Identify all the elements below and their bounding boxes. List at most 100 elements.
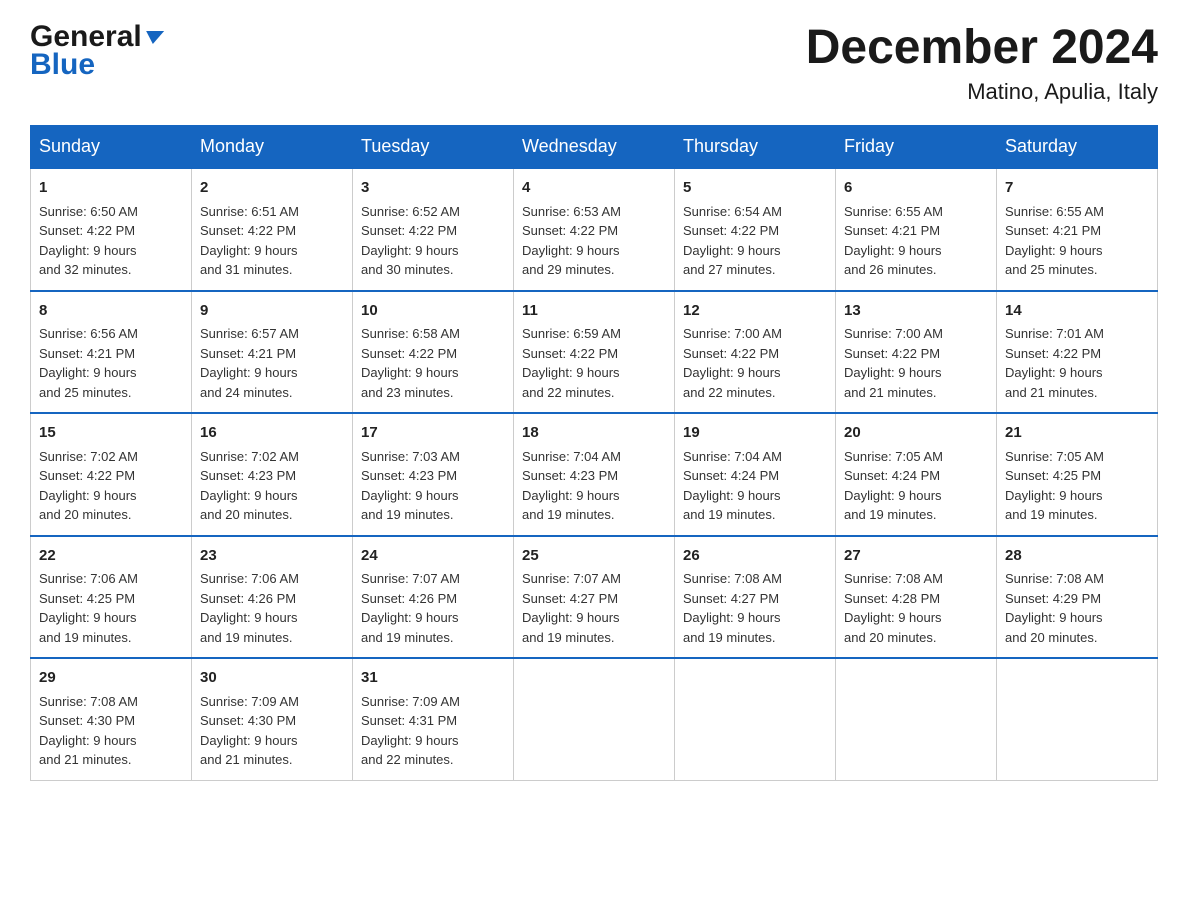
day-number: 2 xyxy=(200,177,344,200)
day-number: 5 xyxy=(683,177,827,200)
calendar-day-27: 27Sunrise: 7:08 AMSunset: 4:28 PMDayligh… xyxy=(836,536,997,659)
day-number: 13 xyxy=(844,300,988,323)
day-info: Sunrise: 6:52 AMSunset: 4:22 PMDaylight:… xyxy=(361,202,505,280)
day-number: 3 xyxy=(361,177,505,200)
page-header: General Blue December 2024 Matino, Apuli… xyxy=(30,20,1158,105)
day-info: Sunrise: 7:04 AMSunset: 4:23 PMDaylight:… xyxy=(522,447,666,525)
header-wednesday: Wednesday xyxy=(514,126,675,169)
day-number: 25 xyxy=(522,545,666,568)
logo-arrow-icon xyxy=(144,31,164,44)
calendar-day-6: 6Sunrise: 6:55 AMSunset: 4:21 PMDaylight… xyxy=(836,168,997,291)
calendar-day-30: 30Sunrise: 7:09 AMSunset: 4:30 PMDayligh… xyxy=(192,658,353,780)
day-info: Sunrise: 7:06 AMSunset: 4:26 PMDaylight:… xyxy=(200,569,344,647)
header-saturday: Saturday xyxy=(997,126,1158,169)
calendar-day-29: 29Sunrise: 7:08 AMSunset: 4:30 PMDayligh… xyxy=(31,658,192,780)
month-title: December 2024 xyxy=(806,20,1158,75)
calendar-day-5: 5Sunrise: 6:54 AMSunset: 4:22 PMDaylight… xyxy=(675,168,836,291)
day-info: Sunrise: 6:56 AMSunset: 4:21 PMDaylight:… xyxy=(39,324,183,402)
header-sunday: Sunday xyxy=(31,126,192,169)
day-info: Sunrise: 7:05 AMSunset: 4:24 PMDaylight:… xyxy=(844,447,988,525)
calendar-day-19: 19Sunrise: 7:04 AMSunset: 4:24 PMDayligh… xyxy=(675,413,836,536)
calendar-day-20: 20Sunrise: 7:05 AMSunset: 4:24 PMDayligh… xyxy=(836,413,997,536)
header-monday: Monday xyxy=(192,126,353,169)
calendar-day-24: 24Sunrise: 7:07 AMSunset: 4:26 PMDayligh… xyxy=(353,536,514,659)
calendar-day-22: 22Sunrise: 7:06 AMSunset: 4:25 PMDayligh… xyxy=(31,536,192,659)
calendar-day-31: 31Sunrise: 7:09 AMSunset: 4:31 PMDayligh… xyxy=(353,658,514,780)
calendar-day-12: 12Sunrise: 7:00 AMSunset: 4:22 PMDayligh… xyxy=(675,291,836,414)
calendar-day-3: 3Sunrise: 6:52 AMSunset: 4:22 PMDaylight… xyxy=(353,168,514,291)
day-info: Sunrise: 7:07 AMSunset: 4:26 PMDaylight:… xyxy=(361,569,505,647)
header-friday: Friday xyxy=(836,126,997,169)
day-info: Sunrise: 7:09 AMSunset: 4:31 PMDaylight:… xyxy=(361,692,505,770)
day-info: Sunrise: 6:59 AMSunset: 4:22 PMDaylight:… xyxy=(522,324,666,402)
day-number: 14 xyxy=(1005,300,1149,323)
day-number: 12 xyxy=(683,300,827,323)
day-info: Sunrise: 6:54 AMSunset: 4:22 PMDaylight:… xyxy=(683,202,827,280)
day-number: 4 xyxy=(522,177,666,200)
day-number: 11 xyxy=(522,300,666,323)
calendar-day-15: 15Sunrise: 7:02 AMSunset: 4:22 PMDayligh… xyxy=(31,413,192,536)
day-number: 20 xyxy=(844,422,988,445)
day-info: Sunrise: 7:08 AMSunset: 4:27 PMDaylight:… xyxy=(683,569,827,647)
day-number: 10 xyxy=(361,300,505,323)
day-number: 6 xyxy=(844,177,988,200)
calendar-day-14: 14Sunrise: 7:01 AMSunset: 4:22 PMDayligh… xyxy=(997,291,1158,414)
calendar-week-4: 22Sunrise: 7:06 AMSunset: 4:25 PMDayligh… xyxy=(31,536,1158,659)
day-info: Sunrise: 6:58 AMSunset: 4:22 PMDaylight:… xyxy=(361,324,505,402)
day-info: Sunrise: 7:00 AMSunset: 4:22 PMDaylight:… xyxy=(844,324,988,402)
calendar-week-5: 29Sunrise: 7:08 AMSunset: 4:30 PMDayligh… xyxy=(31,658,1158,780)
day-number: 7 xyxy=(1005,177,1149,200)
day-info: Sunrise: 7:09 AMSunset: 4:30 PMDaylight:… xyxy=(200,692,344,770)
calendar-table: SundayMondayTuesdayWednesdayThursdayFrid… xyxy=(30,125,1158,781)
day-info: Sunrise: 6:55 AMSunset: 4:21 PMDaylight:… xyxy=(844,202,988,280)
calendar-day-10: 10Sunrise: 6:58 AMSunset: 4:22 PMDayligh… xyxy=(353,291,514,414)
day-info: Sunrise: 7:02 AMSunset: 4:23 PMDaylight:… xyxy=(200,447,344,525)
calendar-day-13: 13Sunrise: 7:00 AMSunset: 4:22 PMDayligh… xyxy=(836,291,997,414)
day-number: 15 xyxy=(39,422,183,445)
logo: General Blue xyxy=(30,20,163,82)
calendar-day-21: 21Sunrise: 7:05 AMSunset: 4:25 PMDayligh… xyxy=(997,413,1158,536)
title-section: December 2024 Matino, Apulia, Italy xyxy=(806,20,1158,105)
day-number: 22 xyxy=(39,545,183,568)
day-info: Sunrise: 6:50 AMSunset: 4:22 PMDaylight:… xyxy=(39,202,183,280)
day-info: Sunrise: 6:53 AMSunset: 4:22 PMDaylight:… xyxy=(522,202,666,280)
day-info: Sunrise: 7:08 AMSunset: 4:30 PMDaylight:… xyxy=(39,692,183,770)
day-number: 21 xyxy=(1005,422,1149,445)
calendar-day-4: 4Sunrise: 6:53 AMSunset: 4:22 PMDaylight… xyxy=(514,168,675,291)
calendar-week-2: 8Sunrise: 6:56 AMSunset: 4:21 PMDaylight… xyxy=(31,291,1158,414)
day-info: Sunrise: 7:08 AMSunset: 4:28 PMDaylight:… xyxy=(844,569,988,647)
day-number: 17 xyxy=(361,422,505,445)
header-thursday: Thursday xyxy=(675,126,836,169)
calendar-day-9: 9Sunrise: 6:57 AMSunset: 4:21 PMDaylight… xyxy=(192,291,353,414)
day-info: Sunrise: 7:06 AMSunset: 4:25 PMDaylight:… xyxy=(39,569,183,647)
day-info: Sunrise: 7:03 AMSunset: 4:23 PMDaylight:… xyxy=(361,447,505,525)
day-info: Sunrise: 7:04 AMSunset: 4:24 PMDaylight:… xyxy=(683,447,827,525)
day-info: Sunrise: 7:07 AMSunset: 4:27 PMDaylight:… xyxy=(522,569,666,647)
calendar-day-28: 28Sunrise: 7:08 AMSunset: 4:29 PMDayligh… xyxy=(997,536,1158,659)
day-info: Sunrise: 7:02 AMSunset: 4:22 PMDaylight:… xyxy=(39,447,183,525)
day-number: 23 xyxy=(200,545,344,568)
calendar-day-2: 2Sunrise: 6:51 AMSunset: 4:22 PMDaylight… xyxy=(192,168,353,291)
calendar-week-3: 15Sunrise: 7:02 AMSunset: 4:22 PMDayligh… xyxy=(31,413,1158,536)
day-info: Sunrise: 7:08 AMSunset: 4:29 PMDaylight:… xyxy=(1005,569,1149,647)
day-info: Sunrise: 7:05 AMSunset: 4:25 PMDaylight:… xyxy=(1005,447,1149,525)
header-tuesday: Tuesday xyxy=(353,126,514,169)
calendar-day-8: 8Sunrise: 6:56 AMSunset: 4:21 PMDaylight… xyxy=(31,291,192,414)
calendar-day-23: 23Sunrise: 7:06 AMSunset: 4:26 PMDayligh… xyxy=(192,536,353,659)
calendar-day-7: 7Sunrise: 6:55 AMSunset: 4:21 PMDaylight… xyxy=(997,168,1158,291)
day-number: 8 xyxy=(39,300,183,323)
day-number: 30 xyxy=(200,667,344,690)
day-number: 31 xyxy=(361,667,505,690)
location-text: Matino, Apulia, Italy xyxy=(806,79,1158,105)
day-number: 1 xyxy=(39,177,183,200)
calendar-header-row: SundayMondayTuesdayWednesdayThursdayFrid… xyxy=(31,126,1158,169)
empty-cell xyxy=(836,658,997,780)
calendar-day-18: 18Sunrise: 7:04 AMSunset: 4:23 PMDayligh… xyxy=(514,413,675,536)
day-number: 16 xyxy=(200,422,344,445)
calendar-week-1: 1Sunrise: 6:50 AMSunset: 4:22 PMDaylight… xyxy=(31,168,1158,291)
day-number: 28 xyxy=(1005,545,1149,568)
day-number: 19 xyxy=(683,422,827,445)
day-info: Sunrise: 6:57 AMSunset: 4:21 PMDaylight:… xyxy=(200,324,344,402)
calendar-day-1: 1Sunrise: 6:50 AMSunset: 4:22 PMDaylight… xyxy=(31,168,192,291)
day-info: Sunrise: 6:55 AMSunset: 4:21 PMDaylight:… xyxy=(1005,202,1149,280)
